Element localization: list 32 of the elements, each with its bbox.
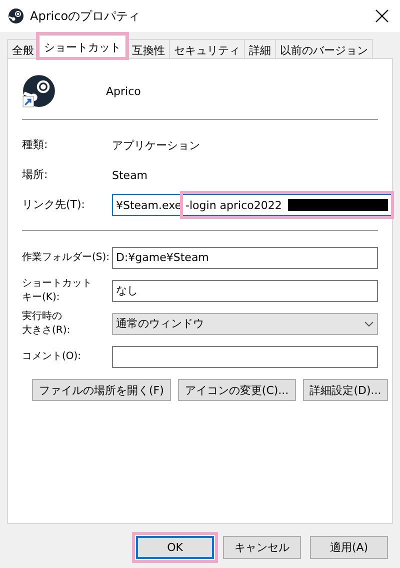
field-label: 作業フォルダー(S): xyxy=(22,250,111,264)
tab[interactable]: 互換性 xyxy=(127,39,170,58)
field-value: アプリケーション xyxy=(112,138,200,152)
tab[interactable]: ショートカット xyxy=(39,35,126,58)
field-label: ショートカット xyxy=(22,276,93,290)
shortcut-icon xyxy=(22,74,56,108)
input-field[interactable]: なし xyxy=(112,280,378,302)
field-value: Steam xyxy=(112,168,148,182)
chevron-down-icon xyxy=(364,320,374,326)
action-button[interactable]: 詳細設定(D)... xyxy=(302,379,388,401)
target-field[interactable]: ¥Steam.exe -login aprico2022 xyxy=(112,194,392,216)
field-label: 大きさ(R): xyxy=(22,324,72,338)
action-button[interactable]: ファイルの場所を開く(F) xyxy=(32,379,171,401)
tab[interactable]: 全般 xyxy=(7,39,39,58)
shortcut-name: Aprico xyxy=(106,84,141,98)
dialog-button[interactable]: 適用(A) xyxy=(310,536,388,559)
field-label: リンク先(T): xyxy=(22,198,86,212)
tab[interactable]: 以前のバージョン xyxy=(275,39,373,58)
action-button[interactable]: アイコンの変更(C)... xyxy=(178,379,296,401)
window-title: Apricoのプロパティ xyxy=(30,8,142,24)
field-label: キー(K): xyxy=(22,290,61,304)
tab[interactable]: セキュリティ xyxy=(169,39,245,58)
field-label: 場所: xyxy=(22,168,49,182)
field-label: 実行時の xyxy=(22,310,63,324)
field-label: 種類: xyxy=(22,138,49,152)
field-label: コメント(O): xyxy=(22,350,82,364)
app-icon xyxy=(8,8,24,24)
input-field[interactable]: D:¥game¥Steam xyxy=(112,246,378,268)
size-dropdown[interactable]: 通常のウィンドウ xyxy=(112,312,378,334)
tab[interactable]: 詳細 xyxy=(244,39,276,58)
dialog-button[interactable]: キャンセル xyxy=(223,536,301,559)
input-field[interactable] xyxy=(112,346,378,368)
